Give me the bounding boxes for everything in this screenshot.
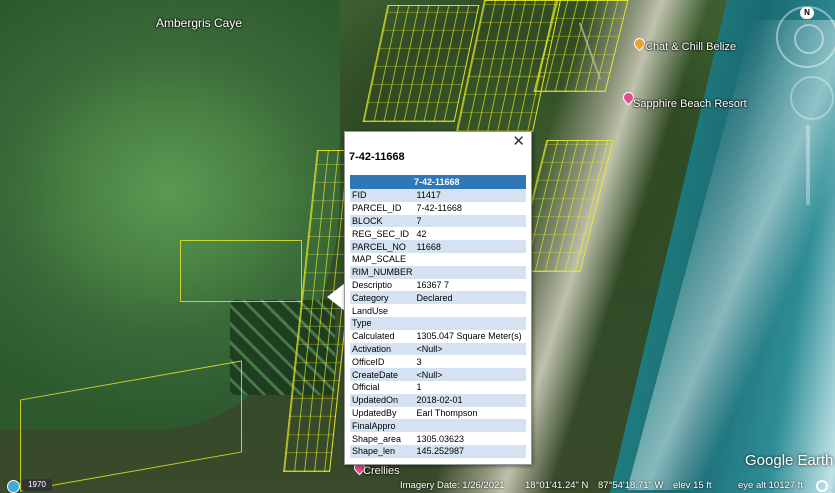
popup-tail xyxy=(327,283,345,311)
place-label-chat-chill[interactable]: Chat & Chill Belize xyxy=(645,41,736,53)
move-control[interactable] xyxy=(790,76,834,120)
attribute-key: Shape_area xyxy=(352,433,402,444)
latitude-readout: 18°01'41.24" N xyxy=(525,480,589,491)
attribute-key: Descriptio xyxy=(352,279,393,290)
attribute-key: PARCEL_ID xyxy=(352,203,402,214)
close-icon[interactable]: ✕ xyxy=(512,134,525,150)
attribute-table: 7-42-11668 FID 11417 PARCEL_ID 7-42-11668 BL… xyxy=(350,175,526,458)
place-label-ambergris[interactable]: Ambergris Caye xyxy=(156,16,242,30)
attribute-row: Category Declared xyxy=(350,291,526,305)
attribute-key: LandUse xyxy=(352,305,389,316)
attribute-row: Calculated 1305.047 Square Meter(s) xyxy=(350,330,526,343)
attribute-row: PARCEL_NO 11668 xyxy=(350,240,526,253)
attribute-row: UpdatedOn 2018-02-01 xyxy=(350,393,526,407)
attribute-row: REG_SEC_ID 42 xyxy=(350,227,526,240)
attribute-key: UpdatedOn xyxy=(350,393,415,407)
attribute-value: <Null> xyxy=(414,342,526,356)
attribute-key: UpdatedBy xyxy=(352,407,397,418)
zoom-slider[interactable] xyxy=(806,125,810,205)
status-bar: Imagery Date: 1/26/2021 18°01'41.24" N 8… xyxy=(0,478,835,493)
attribute-row: PARCEL_ID 7-42-11668 xyxy=(350,202,526,215)
attribute-key: PARCEL_NO xyxy=(350,240,415,253)
attribute-row: Activation <Null> xyxy=(350,342,526,356)
attribute-row: BLOCK 7 xyxy=(350,214,526,228)
attribute-value: 1 xyxy=(416,382,422,393)
look-control[interactable]: N xyxy=(776,6,835,68)
attribute-value: 3 xyxy=(416,356,422,367)
attribute-value: 11668 xyxy=(414,240,526,253)
look-joystick[interactable] xyxy=(794,24,824,54)
longitude-readout: 87°54'18.71" W xyxy=(598,480,664,491)
attribute-value: 7 xyxy=(414,214,526,228)
attribute-row: CreateDate <Null> xyxy=(350,368,526,381)
attribute-key: RIM_NUMBER xyxy=(350,265,415,279)
attribute-value: <Null> xyxy=(414,368,526,381)
attribute-value: Earl Thompson xyxy=(416,407,478,418)
attribute-row: RIM_NUMBER xyxy=(350,265,526,279)
attribute-key: OfficeID xyxy=(352,356,385,367)
attribute-key: Type xyxy=(350,316,415,330)
parcel-info-popup: ✕ 7-42-11668 7-42-11668 FID 11417 PARCEL_I… xyxy=(344,131,532,465)
attribute-key: Shape_len xyxy=(350,444,415,458)
elevation-readout: elev 15 ft xyxy=(673,480,712,491)
attribute-value: 16367 7 xyxy=(416,279,450,290)
attribute-row: UpdatedBy Earl Thompson xyxy=(350,407,526,420)
imagery-date: Imagery Date: 1/26/2021 xyxy=(400,480,505,491)
attribute-key: Category xyxy=(350,291,415,305)
attribute-key: BLOCK xyxy=(350,214,415,228)
attribute-row: Shape_len 145.252987 xyxy=(350,444,526,458)
attribute-key: Activation xyxy=(350,342,415,356)
attribute-key: FID xyxy=(350,189,415,202)
attribute-row: Descriptio 16367 7 xyxy=(350,279,526,292)
attribute-key: CreateDate xyxy=(350,368,415,381)
popup-title: 7-42-11668 xyxy=(349,151,405,163)
attribute-value xyxy=(414,265,526,279)
attribute-value: Declared xyxy=(414,291,526,305)
place-label-sapphire[interactable]: Sapphire Beach Resort xyxy=(633,98,747,110)
attribute-value: 1305.03623 xyxy=(416,433,465,444)
attribute-key: FinalAppro xyxy=(350,419,415,433)
attribute-value xyxy=(415,253,526,266)
attribute-value xyxy=(415,304,526,317)
attribute-value: 42 xyxy=(416,228,427,239)
streaming-status-icon xyxy=(816,480,828,492)
attribute-value: 11417 xyxy=(414,189,526,202)
attribute-row: FinalAppro xyxy=(350,419,526,433)
attribute-value: 1305.047 Square Meter(s) xyxy=(416,331,522,342)
north-indicator[interactable]: N xyxy=(800,7,814,19)
attribute-row: Official 1 xyxy=(350,381,526,394)
attribute-row: Shape_area 1305.03623 xyxy=(350,432,526,445)
attribute-key: MAP_SCALE xyxy=(352,254,407,265)
place-label-crellies[interactable]: Crellies xyxy=(363,465,400,477)
attribute-row: OfficeID 3 xyxy=(350,355,526,368)
google-earth-logo: Google Earth xyxy=(745,452,834,469)
attribute-value: 145.252987 xyxy=(414,444,526,458)
attribute-value: 2018-02-01 xyxy=(414,393,526,407)
attribute-key: Calculated xyxy=(352,331,395,342)
attribute-row: LandUse xyxy=(350,304,526,317)
attribute-row: MAP_SCALE xyxy=(350,253,526,266)
attribute-value xyxy=(414,316,526,330)
attribute-row: Type xyxy=(350,316,526,330)
attribute-value: 7-42-11668 xyxy=(416,203,462,214)
parcel-overlay[interactable] xyxy=(180,240,302,302)
attribute-table-header: 7-42-11668 xyxy=(350,175,526,189)
attribute-row: FID 11417 xyxy=(350,189,526,202)
attribute-value xyxy=(414,419,526,433)
eye-altitude-readout: eye alt 10127 ft xyxy=(738,480,803,491)
attribute-key: REG_SEC_ID xyxy=(352,228,410,239)
attribute-key: Official xyxy=(352,382,380,393)
